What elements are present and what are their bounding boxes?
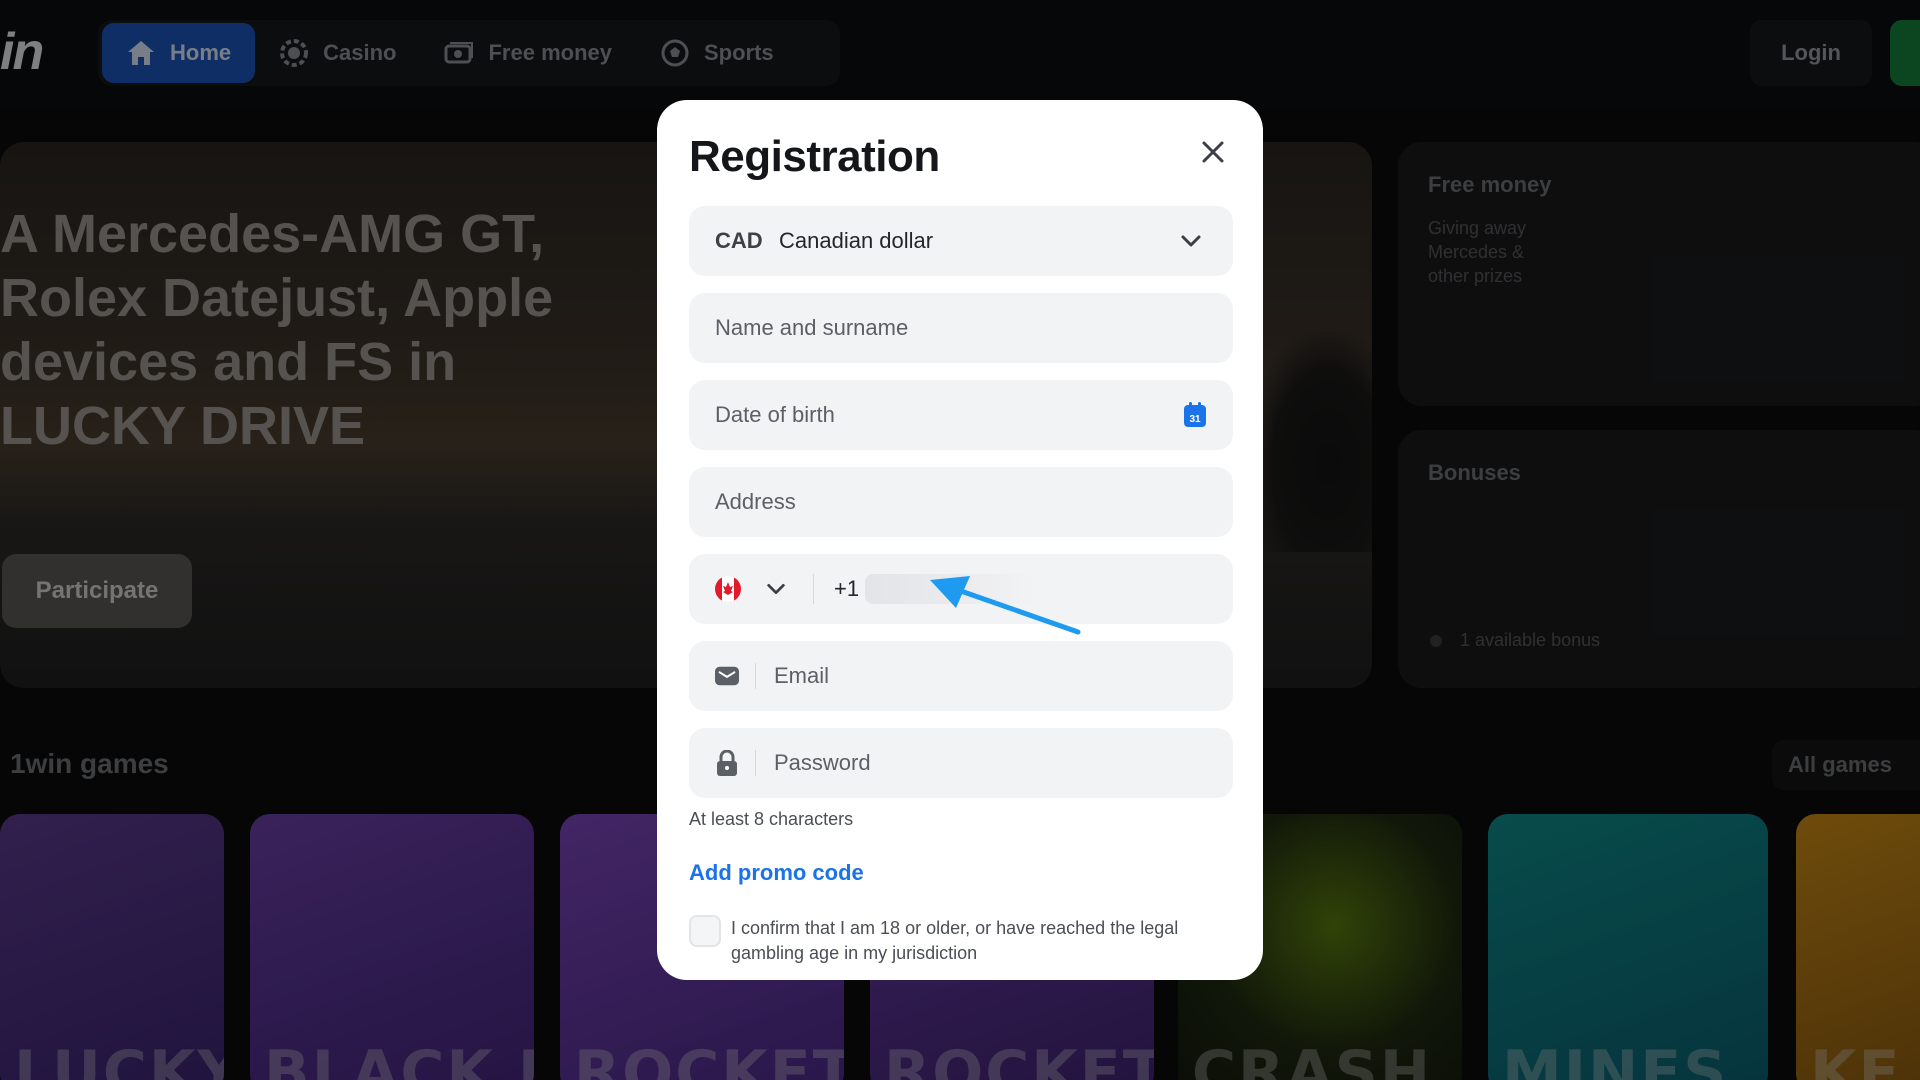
close-button[interactable] [1195, 134, 1231, 170]
age-confirm-label: I confirm that I am 18 or older, or have… [731, 918, 1179, 963]
age-confirm-checkbox[interactable] [689, 915, 721, 947]
currency-select[interactable]: CAD Canadian dollar [689, 206, 1233, 276]
calendar-day: 31 [1189, 414, 1201, 425]
chevron-down-icon [1181, 235, 1201, 247]
mail-icon [715, 666, 739, 686]
date-of-birth-field[interactable]: Date of birth 31 [689, 380, 1233, 450]
name-field[interactable]: Name and surname [689, 293, 1233, 363]
divider [813, 574, 814, 604]
password-placeholder: Password [774, 750, 871, 775]
address-placeholder: Address [715, 489, 796, 514]
currency-name: Canadian dollar [779, 228, 934, 253]
address-field[interactable]: Address [689, 467, 1233, 537]
modal-title: Registration [689, 132, 940, 181]
country-chevron-down-icon[interactable] [765, 578, 787, 600]
email-field[interactable]: Email [689, 641, 1233, 711]
add-promo-code-link[interactable]: Add promo code [689, 860, 864, 886]
currency-code: CAD [715, 228, 763, 253]
canada-flag-icon [715, 576, 741, 602]
calendar-icon[interactable]: 31 [1183, 402, 1207, 434]
password-field[interactable]: Password [689, 728, 1233, 798]
dial-code: +1 [834, 576, 860, 601]
close-icon [1202, 141, 1224, 163]
divider [755, 663, 756, 689]
password-hint: At least 8 characters [689, 809, 854, 829]
divider [755, 750, 756, 776]
dob-placeholder: Date of birth [715, 402, 835, 427]
lock-icon [715, 750, 739, 776]
annotation-arrow-icon [930, 576, 1081, 635]
email-placeholder: Email [774, 663, 830, 688]
name-placeholder: Name and surname [715, 315, 909, 340]
registration-modal: Registration CAD Canadian dollar Name an… [657, 100, 1263, 980]
